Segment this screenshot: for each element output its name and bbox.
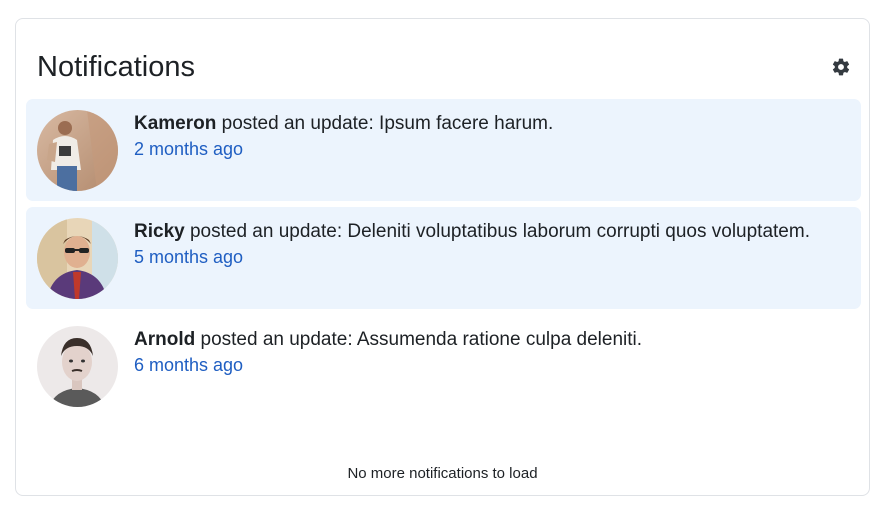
author-name[interactable]: Arnold [134,329,195,350]
notifications-card: Notifications Kameron posted an update: … [15,18,870,496]
notification-item[interactable]: Kameron posted an update: Ipsum facere h… [26,99,861,201]
avatar [37,326,118,407]
page-title: Notifications [37,51,195,83]
notification-message: Arnold posted an update: Assumenda ratio… [134,328,853,352]
notification-content: Ricky posted an update: Deleniti volupta… [134,220,853,269]
notification-list: Kameron posted an update: Ipsum facere h… [26,99,861,423]
no-more-notifications-text: No more notifications to load [347,465,538,482]
author-name[interactable]: Ricky [134,221,185,242]
card-header: Notifications [37,48,853,88]
notification-text: posted an update: Assumenda ratione culp… [195,329,643,350]
notification-content: Kameron posted an update: Ipsum facere h… [134,112,853,161]
avatar [37,110,118,191]
notification-message: Ricky posted an update: Deleniti volupta… [134,220,853,244]
author-name[interactable]: Kameron [134,113,216,134]
notification-text: posted an update: Deleniti voluptatibus … [184,221,810,242]
notification-content: Arnold posted an update: Assumenda ratio… [134,328,853,377]
notification-time[interactable]: 2 months ago [134,137,853,161]
notification-message: Kameron posted an update: Ipsum facere h… [134,112,853,136]
notification-item[interactable]: Arnold posted an update: Assumenda ratio… [26,315,861,417]
gear-icon[interactable] [831,57,851,77]
notification-item[interactable]: Ricky posted an update: Deleniti volupta… [26,207,861,309]
notification-text: posted an update: Ipsum facere harum. [216,113,554,134]
avatar [37,218,118,299]
notification-time[interactable]: 5 months ago [134,245,853,269]
notification-time[interactable]: 6 months ago [134,353,853,377]
